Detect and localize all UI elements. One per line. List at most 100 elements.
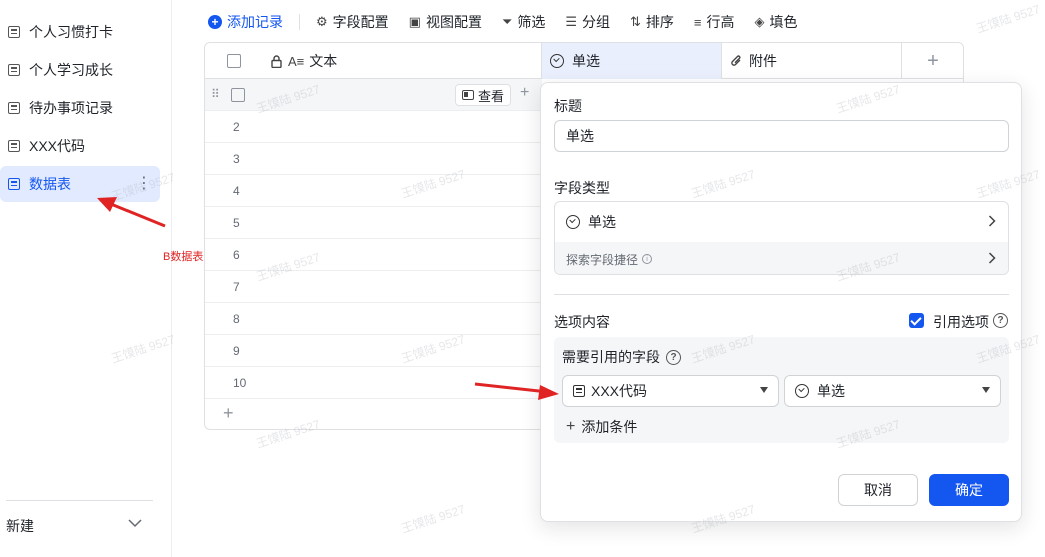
cancel-button[interactable]: 取消 [838,474,918,506]
sidebar-item-label: 待办事项记录 [29,100,113,116]
view-config-label: 视图配置 [425,14,482,30]
sidebar: 个人习惯打卡 个人学习成长 待办事项记录 XXX代码 数据表 ⋮ 新建 [0,0,172,557]
row-height-label: 行高 [706,14,735,30]
plus-icon: + [566,418,576,435]
table-row[interactable]: 6 [205,239,542,271]
column-header-single-select[interactable]: 单选 [542,43,722,79]
row-number: 5 [233,215,240,230]
table-row[interactable]: 3 [205,143,542,175]
title-input[interactable]: 单选 [554,120,1009,152]
table-icon [573,385,585,397]
watermark: 王馍陆 9527 [974,2,1042,36]
explore-shortcut-row[interactable]: 探索字段捷径 i [555,242,1008,274]
sort-icon: ⇅ [630,14,641,29]
single-select-icon [566,215,580,229]
view-record-button[interactable]: 查看 [455,84,512,106]
add-record-label: 添加记录 [227,14,283,30]
reference-settings: 需要引用的字段 ? XXX代码 单选 + 添加条件 [554,337,1009,443]
table-row[interactable]: 5 [205,207,542,239]
table-icon [8,178,20,190]
add-condition-button[interactable]: + 添加条件 [566,417,637,437]
column-header-text[interactable]: A≡ 文本 [263,43,542,79]
sidebar-item-label: 个人学习成长 [29,62,113,78]
column-header-label: 附件 [749,53,777,69]
sidebar-item-datatable[interactable]: 数据表 ⋮ [0,166,160,202]
field-config-button[interactable]: ⚙ 字段配置 [316,12,389,32]
paperclip-icon [730,54,743,68]
text-field-icon: A≡ [288,53,305,69]
add-column-button[interactable]: + [902,43,963,79]
view-config-button[interactable]: ▣ 视图配置 [409,12,482,32]
row-number: 6 [233,247,240,262]
new-button[interactable]: 新建 [6,516,34,536]
select-all-cell [205,43,263,79]
field-config-label: 字段配置 [332,14,389,30]
help-icon[interactable]: ? [993,313,1008,328]
add-record-button[interactable]: + 添加记录 [208,12,283,32]
sidebar-item-label: 数据表 [29,176,71,192]
table-row[interactable]: 9 [205,335,542,367]
add-condition-label: 添加条件 [581,419,638,435]
sidebar-item-learning[interactable]: 个人学习成长 [0,52,160,88]
filter-icon: ⏷ [501,14,513,29]
lock-icon [271,54,282,68]
sidebar-item-todo[interactable]: 待办事项记录 [0,90,160,126]
paint-bucket-icon: ◈ [754,14,765,29]
confirm-button[interactable]: 确定 [929,474,1009,506]
group-label: 分组 [582,14,611,30]
explore-shortcut-label: 探索字段捷径 [566,252,639,267]
column-header-attachment[interactable]: 附件 [722,43,902,79]
reference-option-checkbox[interactable] [909,313,924,328]
table-icon [8,102,20,114]
caret-down-icon [982,387,990,393]
ref-table-select[interactable]: XXX代码 [562,375,779,407]
required-field-label: 需要引用的字段 [562,349,660,365]
table-row[interactable]: 8 [205,303,542,335]
field-type-selector[interactable]: 单选 [555,202,1008,242]
row-height-button[interactable]: ≡ 行高 [694,12,735,32]
info-icon: i [642,254,653,264]
table-row[interactable]: 2 [205,111,542,143]
fill-color-button[interactable]: ◈ 填色 [755,12,798,32]
single-select-icon [795,384,809,398]
ref-field-select[interactable]: 单选 [784,375,1001,407]
add-row-icon[interactable]: + [520,84,529,102]
table-icon [8,140,20,152]
plus-circle-icon: + [208,15,222,29]
row-number: 2 [233,119,240,134]
table-row[interactable]: 7 [205,271,542,303]
row-number: 9 [233,343,240,358]
title-label: 标题 [554,98,582,114]
ref-field-value: 单选 [817,383,845,399]
gear-icon: ⚙ [316,14,328,29]
sort-label: 排序 [645,14,674,30]
watermark: 王馍陆 9527 [399,502,467,536]
required-field-title: 需要引用的字段 ? [562,347,681,367]
more-icon[interactable]: ⋮ [136,176,152,192]
field-type-label: 字段类型 [554,180,610,196]
row-number: 7 [233,279,240,294]
group-button[interactable]: ☰ 分组 [565,12,610,32]
grid-header: A≡ 文本 单选 附件 + [205,43,963,79]
column-header-label: 文本 [309,53,338,69]
table-row[interactable]: 10 [205,367,542,399]
field-type-box: 单选 探索字段捷径 i [554,201,1009,275]
filter-button[interactable]: ⏷ 筛选 [502,12,545,32]
select-all-checkbox[interactable] [227,54,241,68]
row-checkbox[interactable] [231,88,245,102]
chevron-down-icon[interactable] [128,515,142,531]
drag-handle-icon[interactable]: ⠿ [211,87,220,101]
field-config-panel: 标题 单选 字段类型 单选 探索字段捷径 i 选项内容 引用选项 ? 需要引用的… [540,82,1022,522]
sidebar-item-label: 个人习惯打卡 [29,24,113,40]
single-select-icon [550,54,564,68]
table-row[interactable]: 4 [205,175,542,207]
table-row[interactable]: ⠿ 查看 + [205,79,542,111]
sort-button[interactable]: ⇅ 排序 [630,12,674,32]
sidebar-item-habit[interactable]: 个人习惯打卡 [0,14,160,50]
help-icon[interactable]: ? [666,349,681,365]
sidebar-item-xxx-code[interactable]: XXX代码 [0,128,160,164]
filter-label: 筛选 [517,14,546,30]
column-header-label: 单选 [572,53,600,69]
add-record-row-icon[interactable]: + [223,403,234,424]
chevron-right-icon [988,251,996,267]
